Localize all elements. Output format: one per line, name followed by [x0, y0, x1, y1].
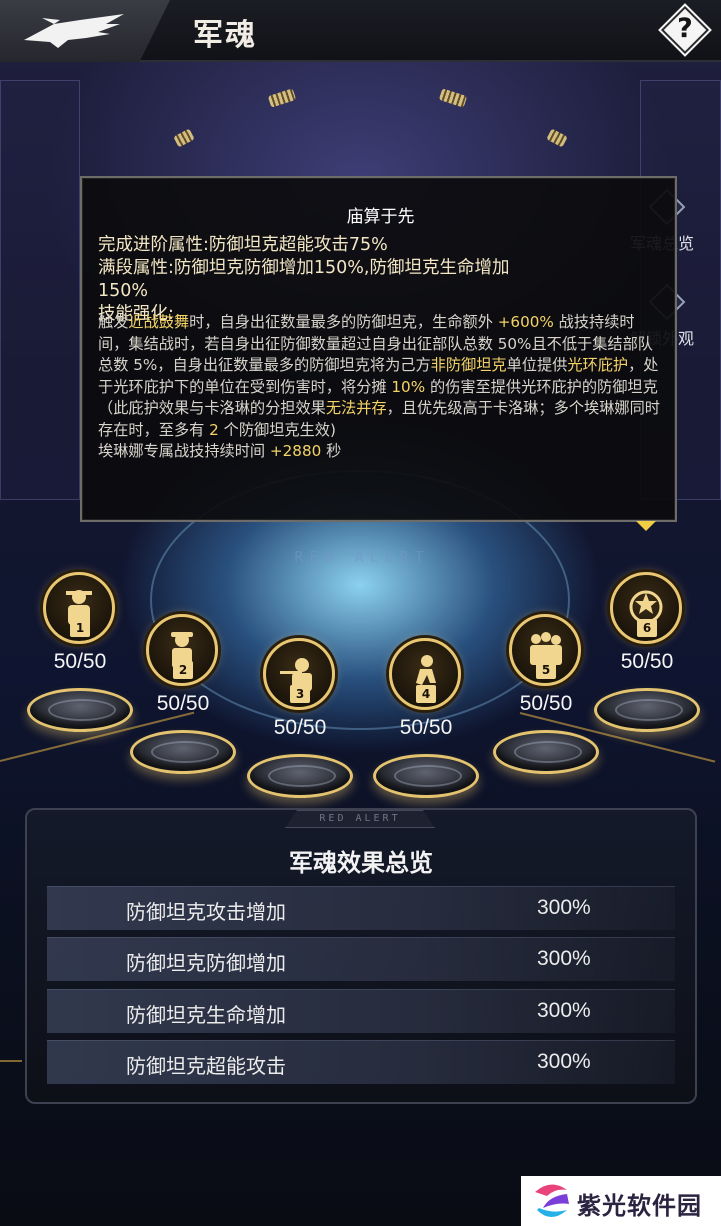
summary-row-value: 300%	[537, 1050, 591, 1073]
tooltip-title: 庙算于先	[346, 207, 415, 227]
medal-progress: 50/50	[519, 692, 573, 715]
summary-row-value: 300%	[537, 896, 591, 919]
site-watermark: 紫光软件园	[521, 1176, 721, 1226]
medal-progress: 50/50	[399, 716, 453, 739]
skill-description: 触发近战鼓舞时，自身出征数量最多的防御坦克，生命额外 +600% 战技持续时间，…	[98, 312, 664, 463]
medal-number: 4	[416, 685, 436, 703]
medal-progress: 50/50	[620, 650, 674, 673]
summary-row: 防御坦克防御增加 300%	[47, 937, 675, 981]
medal-pedestal	[373, 754, 479, 798]
soldier-medal-icon: 2	[146, 614, 218, 686]
summary-row-value: 300%	[537, 999, 591, 1022]
officer-medal-icon: 1	[43, 572, 115, 644]
max-attribute: 满段属性:防御坦克防御增加150%,防御坦克生命增加150%	[98, 258, 510, 301]
help-button[interactable]: ?	[660, 5, 710, 55]
tooltip-pointer	[636, 521, 656, 531]
site-watermark-text: 紫光软件园	[577, 1192, 702, 1220]
runner-medal-icon: 4	[389, 638, 461, 710]
summary-title: 军魂效果总览	[289, 849, 433, 877]
advance-attribute: 完成进阶属性:防御坦克超能攻击75%	[98, 235, 388, 255]
summary-row-label: 防御坦克攻击增加	[126, 900, 286, 924]
summary-row: 防御坦克超能攻击 300%	[47, 1040, 675, 1084]
globe-medal-icon: 6	[610, 572, 682, 644]
summary-row-label: 防御坦克防御增加	[126, 951, 286, 975]
medal-pedestal	[493, 730, 599, 774]
medal-number: 3	[290, 685, 310, 703]
squad-medal-icon: 5	[509, 614, 581, 686]
summary-row: 防御坦克生命增加 300%	[47, 989, 675, 1033]
medal-progress: 50/50	[156, 692, 210, 715]
summary-row: 防御坦克攻击增加 300%	[47, 886, 675, 930]
top-bar: 军魂 ?	[0, 0, 721, 62]
page-title: 军魂	[193, 18, 257, 53]
sniper-medal-icon: 3	[263, 638, 335, 710]
skill-paragraph: 触发近战鼓舞时，自身出征数量最多的防御坦克，生命额外 +600% 战技持续时间，…	[98, 313, 660, 439]
medal-pedestal	[594, 688, 700, 732]
question-icon: ?	[677, 13, 693, 44]
left-panel-beam	[0, 1060, 22, 1062]
medal-pedestal	[130, 730, 236, 774]
medal-number: 5	[536, 661, 556, 679]
summary-row-label: 防御坦克超能攻击	[126, 1054, 286, 1078]
summary-row-label: 防御坦克生命增加	[126, 1003, 286, 1027]
medal-number: 6	[637, 619, 657, 637]
back-button[interactable]	[0, 0, 170, 62]
medal-progress: 50/50	[53, 650, 107, 673]
eagle-logo-icon	[24, 14, 124, 48]
medal-progress: 50/50	[273, 716, 327, 739]
summary-tag: RED ALERT	[285, 810, 435, 828]
medal-pedestal	[247, 754, 353, 798]
medal-number: 1	[70, 619, 90, 637]
red-alert-watermark: RED ALERT	[294, 548, 430, 566]
site-logo-icon	[535, 1184, 569, 1217]
skill-tooltip: 庙算于先 完成进阶属性:防御坦克超能攻击75% 满段属性:防御坦克防御增加150…	[80, 176, 677, 522]
medal-number: 2	[173, 661, 193, 679]
summary-row-value: 300%	[537, 947, 591, 970]
duration-line: 埃琳娜专属战技持续时间 +2880 秒	[98, 442, 342, 460]
left-wall-panel	[0, 80, 80, 500]
